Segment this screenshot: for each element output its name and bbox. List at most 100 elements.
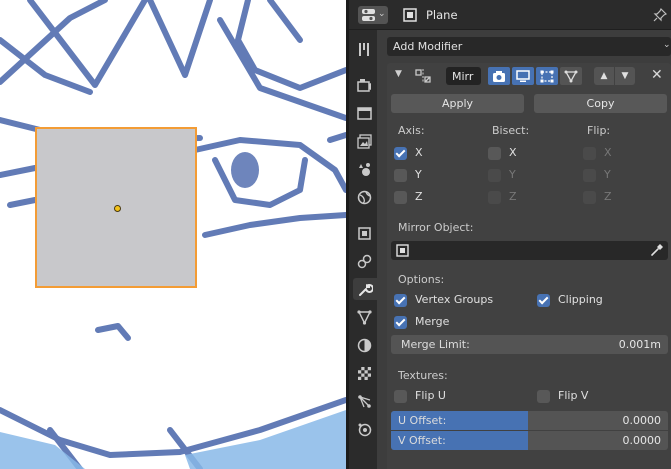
- apply-button[interactable]: Apply: [391, 94, 524, 113]
- flip-x-checkbox[interactable]: [583, 147, 596, 160]
- tab-tool[interactable]: [352, 38, 376, 60]
- object-properties-icon: [357, 226, 371, 240]
- bisect-heading: Bisect:: [492, 124, 530, 137]
- flip-heading: Flip:: [587, 124, 611, 137]
- vertex-triangle-icon: [564, 70, 578, 82]
- pin-icon[interactable]: [652, 7, 668, 23]
- chevron-down-icon: ⌄: [378, 9, 386, 19]
- bisect-x-label: X: [509, 146, 517, 159]
- render-icon: [356, 78, 371, 92]
- options-heading: Options:: [398, 273, 445, 286]
- v-offset-value: 0.0000: [622, 434, 662, 447]
- tab-render[interactable]: [352, 74, 376, 96]
- tab-particles[interactable]: [352, 306, 376, 328]
- triangle-up-icon: ▲: [600, 71, 608, 81]
- vertex-groups-checkbox[interactable]: [394, 294, 407, 307]
- copy-button[interactable]: Copy: [534, 94, 667, 113]
- flip-z-checkbox[interactable]: [583, 191, 596, 204]
- tab-world[interactable]: [352, 186, 376, 208]
- flip-u-label: Flip U: [415, 389, 446, 402]
- bisect-y-label: Y: [509, 168, 516, 181]
- v-offset-field[interactable]: V Offset: 0.0000: [391, 431, 668, 450]
- merge-label: Merge: [415, 315, 450, 328]
- axis-x-checkbox[interactable]: [394, 147, 407, 160]
- bisect-z-checkbox[interactable]: [488, 191, 501, 204]
- merge-limit-label: Merge Limit:: [401, 338, 470, 351]
- merge-limit-value: 0.001m: [618, 338, 661, 351]
- clipping-label: Clipping: [558, 293, 603, 306]
- tab-scene[interactable]: [352, 158, 376, 180]
- add-modifier-label: Add Modifier: [393, 40, 463, 53]
- modifier-visibility-toggles: [488, 67, 584, 85]
- chevron-down-icon: ⌄: [663, 40, 671, 50]
- realtime-viewport-toggle[interactable]: [512, 67, 534, 85]
- remove-modifier-close-icon[interactable]: ✕: [651, 67, 663, 83]
- tab-material[interactable]: [352, 362, 376, 384]
- monitor-icon: [516, 69, 530, 82]
- on-cage-toggle[interactable]: [560, 67, 582, 85]
- collapse-triangle-icon[interactable]: ▼: [395, 69, 402, 79]
- eyedropper-icon[interactable]: [650, 243, 664, 257]
- scene-icon: [358, 162, 370, 176]
- edit-mode-icon: [540, 70, 554, 82]
- wrench-icon: [358, 283, 373, 296]
- physics-icon: [357, 338, 371, 352]
- u-offset-field[interactable]: U Offset: 0.0000: [391, 411, 668, 430]
- modifier-name-field[interactable]: Mirr: [446, 67, 481, 85]
- properties-editor: ⌄ Plane Add Modifier ⌄ ▼ Mirr ▲ ▼ ✕ Appl…: [349, 0, 671, 469]
- flip-x-label: X: [604, 146, 612, 159]
- object-icon: [403, 8, 417, 22]
- constraints-icon: [357, 254, 371, 268]
- edit-mode-toggle[interactable]: [536, 67, 558, 85]
- tab-modifiers[interactable]: [353, 278, 377, 300]
- merge-limit-field[interactable]: Merge Limit: 0.001m: [391, 335, 668, 354]
- mirror-object-label: Mirror Object:: [398, 221, 474, 234]
- properties-tabs: [349, 30, 377, 469]
- checker-material-icon: [357, 366, 371, 380]
- output-icon: [356, 106, 372, 120]
- tab-view-layer[interactable]: [352, 130, 376, 152]
- object-name: Plane: [426, 8, 458, 22]
- merge-checkbox[interactable]: [394, 316, 407, 329]
- tab-object[interactable]: [352, 222, 376, 244]
- move-down-button[interactable]: ▼: [615, 67, 635, 85]
- u-offset-label: U Offset:: [398, 414, 447, 427]
- axis-heading: Axis:: [398, 124, 425, 137]
- modifier-header: ▼ Mirr ▲ ▼ ✕: [387, 63, 671, 89]
- flip-y-label: Y: [604, 168, 611, 181]
- mirror-modifier-icon: [415, 69, 431, 83]
- bisect-x-checkbox[interactable]: [488, 147, 501, 160]
- add-modifier-dropdown[interactable]: Add Modifier ⌄: [387, 37, 671, 56]
- axis-z-label: Z: [415, 190, 423, 203]
- clipping-checkbox[interactable]: [537, 294, 550, 307]
- object-data-icon: [357, 394, 371, 408]
- move-up-button[interactable]: ▲: [594, 67, 614, 85]
- axis-z-checkbox[interactable]: [394, 191, 407, 204]
- selected-plane-object[interactable]: [35, 127, 197, 288]
- u-offset-value: 0.0000: [622, 414, 662, 427]
- camera-render-icon: [493, 70, 505, 82]
- v-offset-label: V Offset:: [398, 434, 446, 447]
- tab-physics[interactable]: [352, 334, 376, 356]
- view-layer-icon: [356, 133, 372, 149]
- object-icon: [396, 244, 409, 257]
- bisect-z-label: Z: [509, 190, 517, 203]
- object-origin-dot: [114, 205, 121, 212]
- flip-u-checkbox[interactable]: [394, 390, 407, 403]
- properties-editor-icon: [362, 9, 375, 21]
- texture-icon: [358, 423, 371, 436]
- modifier-move-buttons: ▲ ▼: [594, 67, 636, 85]
- 3d-viewport[interactable]: [0, 0, 346, 469]
- edit-cage-toggle[interactable]: [488, 67, 510, 85]
- tab-texture[interactable]: [352, 418, 376, 440]
- flip-z-label: Z: [604, 190, 612, 203]
- tab-output[interactable]: [352, 102, 376, 124]
- axis-y-checkbox[interactable]: [394, 169, 407, 182]
- tab-constraints[interactable]: [352, 250, 376, 272]
- mirror-object-field[interactable]: [391, 241, 668, 260]
- tab-object-data[interactable]: [352, 390, 376, 412]
- bisect-y-checkbox[interactable]: [488, 169, 501, 182]
- editor-type-dropdown[interactable]: ⌄: [358, 6, 388, 24]
- flip-v-checkbox[interactable]: [537, 390, 550, 403]
- flip-y-checkbox[interactable]: [583, 169, 596, 182]
